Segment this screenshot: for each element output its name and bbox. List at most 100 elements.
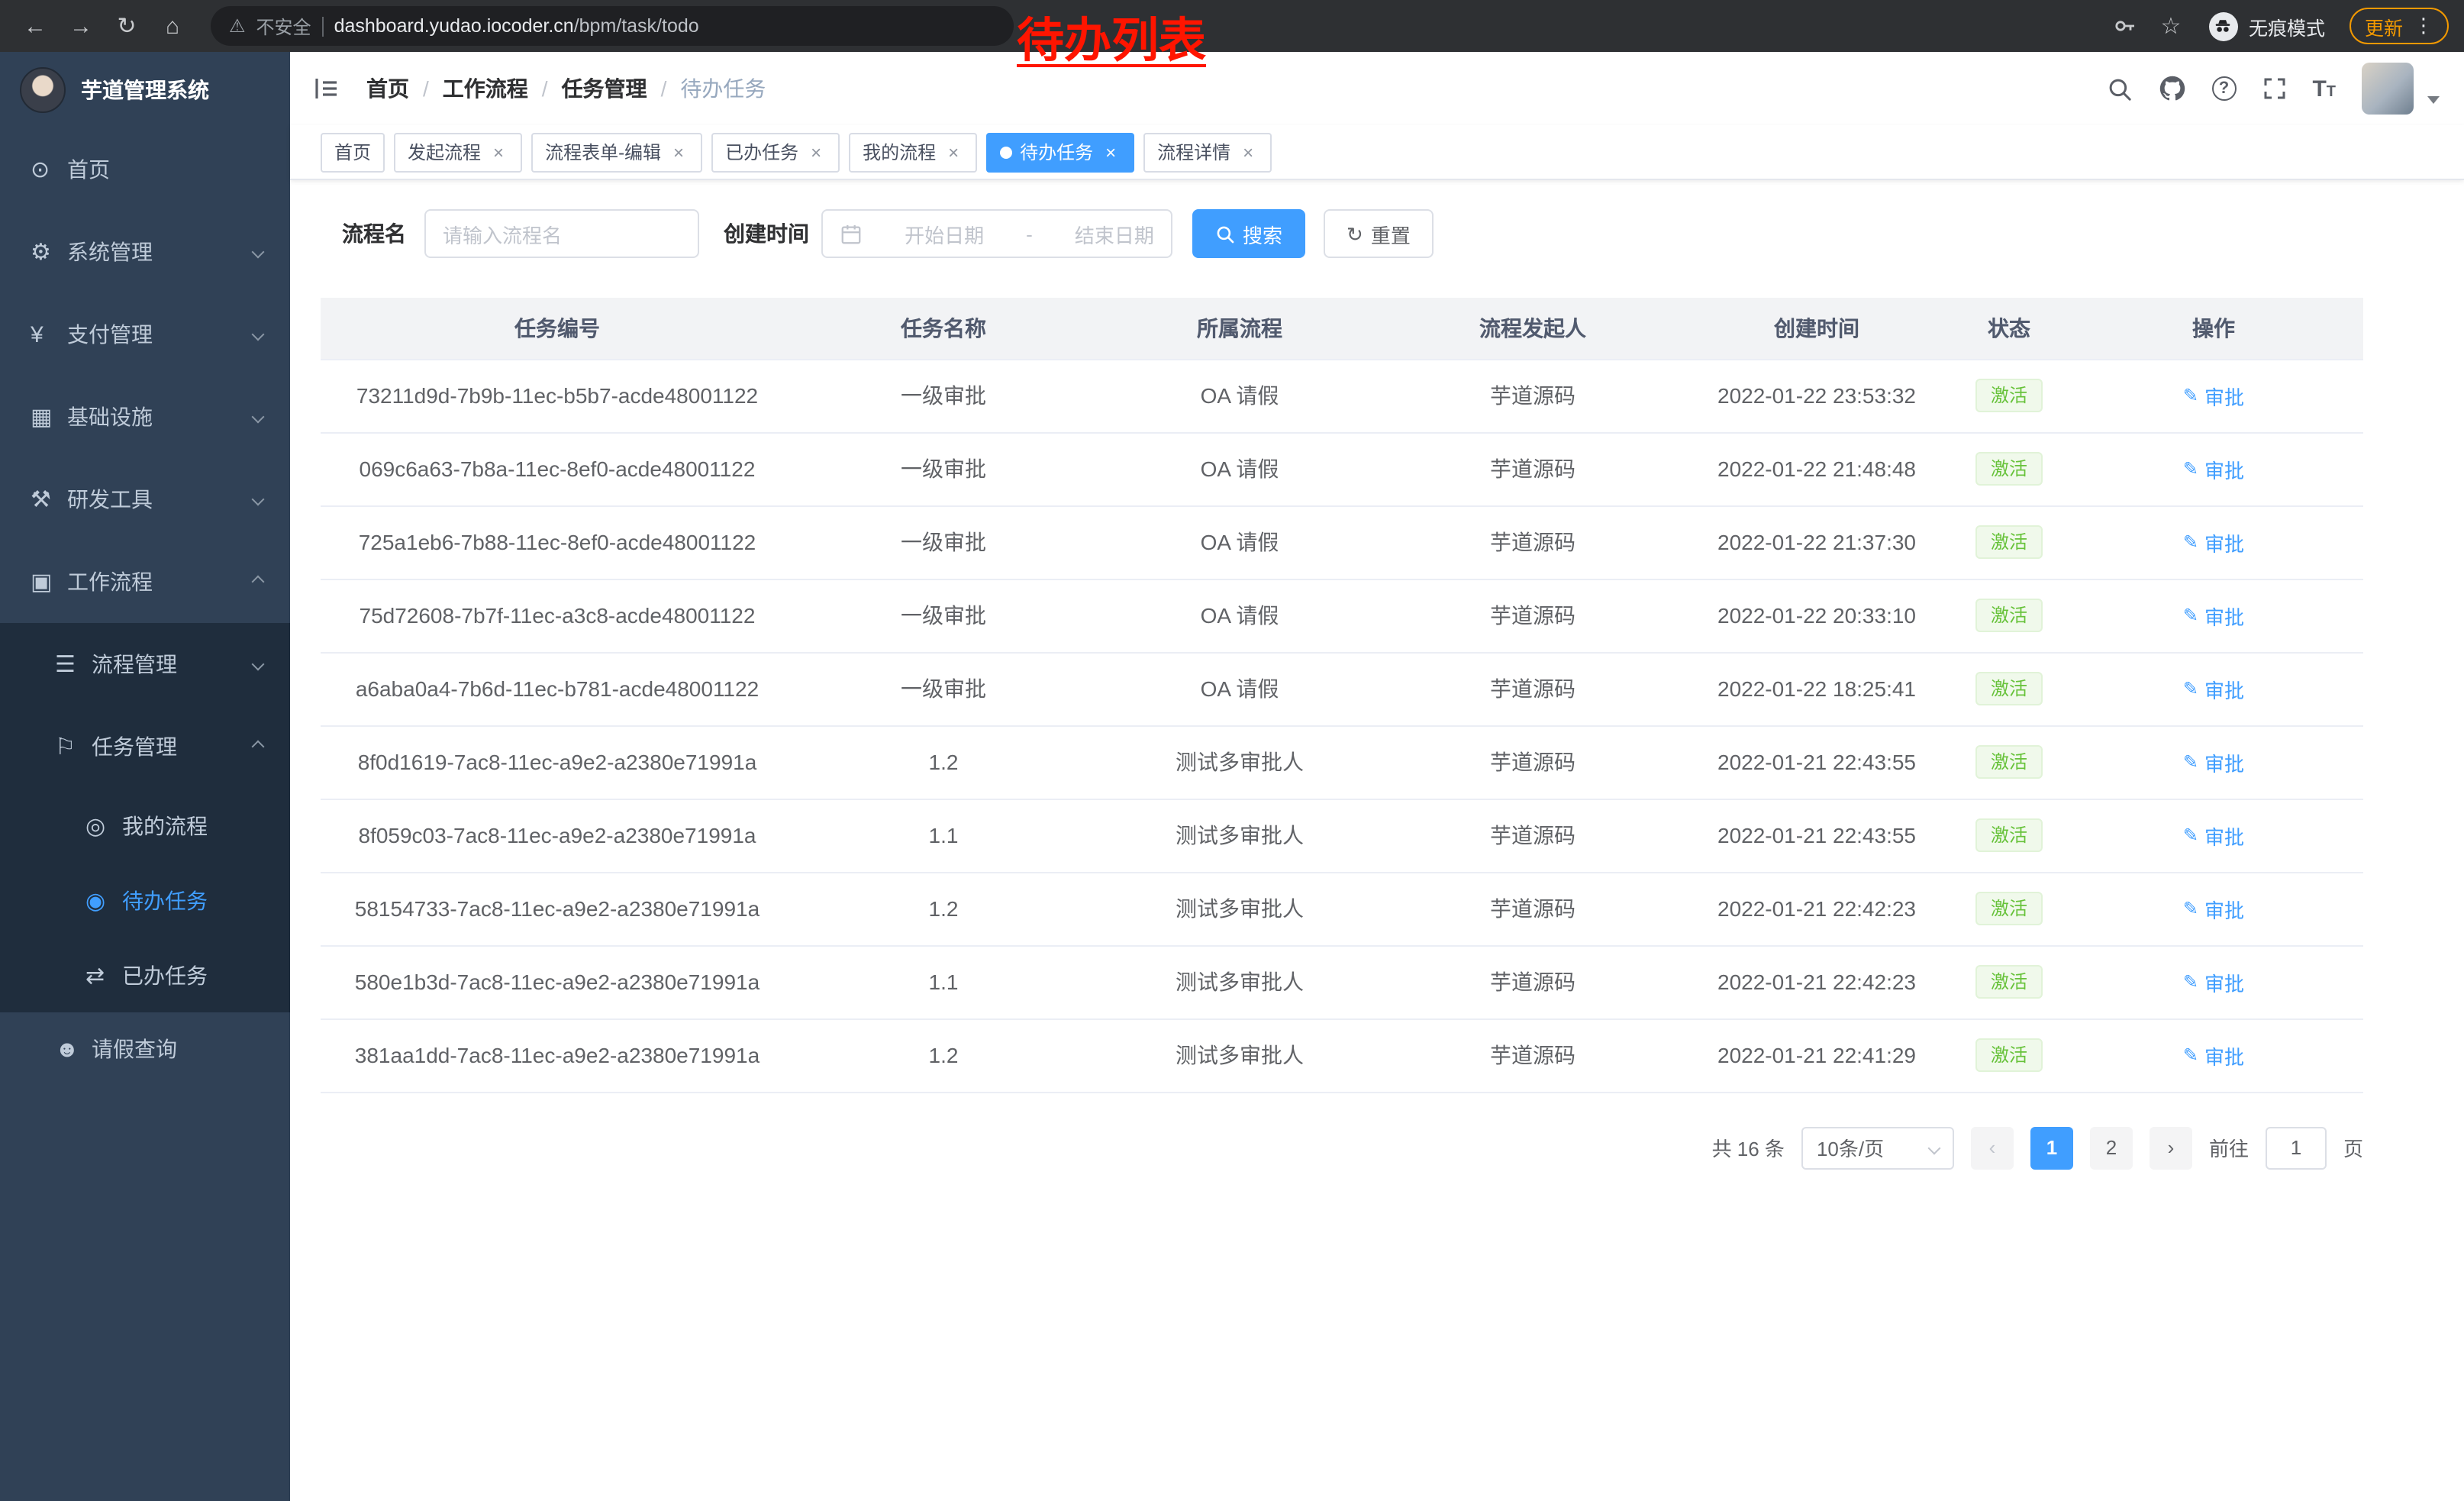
sidebar-item-infrastructure[interactable]: ▦ 基础设施: [0, 376, 290, 458]
breadcrumb-home[interactable]: 首页: [366, 73, 409, 104]
browser-menu-icon[interactable]: ⋮: [2414, 14, 2433, 38]
cell-action: ✎审批: [2064, 579, 2363, 652]
edit-icon: ✎: [2183, 531, 2198, 553]
sidebar-item-done-tasks[interactable]: ⇄ 已办任务: [0, 938, 290, 1012]
tag-todo-tasks[interactable]: 待办任务 ×: [986, 132, 1134, 172]
approve-link[interactable]: ✎审批: [2183, 894, 2244, 923]
tag-label: 流程详情: [1157, 139, 1230, 165]
user-avatar[interactable]: [2362, 63, 2414, 115]
sidebar-item-system-mgmt[interactable]: ⚙ 系统管理: [0, 211, 290, 293]
cell-task-id: 8f0d1619-7ac8-11ec-a9e2-a2380e71991a: [321, 725, 794, 799]
reset-button[interactable]: ↻ 重置: [1324, 209, 1434, 258]
sidebar-item-home[interactable]: ⊙ 首页: [0, 128, 290, 211]
github-icon[interactable]: [2158, 75, 2185, 102]
browser-chrome: ← → ↻ ⌂ ⚠ 不安全 dashboard.yudao.iocoder.cn…: [0, 0, 2464, 52]
password-key-icon[interactable]: [2105, 6, 2145, 46]
my-process-icon: ◎: [85, 812, 122, 839]
cell-status: 激活: [1954, 1018, 2064, 1092]
close-icon[interactable]: ×: [489, 142, 508, 162]
tag-process-detail[interactable]: 流程详情 ×: [1143, 132, 1272, 172]
pagination: 共 16 条 10条/页 ‹ 1 2 › 前往 1 页: [321, 1126, 2363, 1169]
page-size-select[interactable]: 10条/页: [1801, 1126, 1954, 1169]
cell-status: 激活: [1954, 579, 2064, 652]
question-mark: ?: [2211, 76, 2236, 101]
close-icon[interactable]: ×: [1101, 142, 1121, 162]
chevron-down-icon: [252, 411, 265, 424]
close-icon[interactable]: ×: [943, 142, 963, 162]
app-title: 芋道管理系统: [81, 75, 209, 105]
browser-home-icon[interactable]: ⌂: [153, 6, 192, 46]
sidebar-item-process-mgmt[interactable]: ☰ 流程管理: [0, 623, 290, 705]
approve-link[interactable]: ✎审批: [2183, 821, 2244, 850]
sidebar-item-my-process[interactable]: ◎ 我的流程: [0, 788, 290, 863]
search-button-label: 搜索: [1243, 219, 1282, 248]
sidebar-item-task-mgmt[interactable]: ⚐ 任务管理: [0, 705, 290, 788]
browser-forward-icon[interactable]: →: [61, 6, 101, 46]
approve-link[interactable]: ✎审批: [2183, 1041, 2244, 1070]
breadcrumb-separator: /: [423, 76, 429, 101]
page-button-2[interactable]: 2: [2090, 1126, 2133, 1169]
tag-home[interactable]: 首页: [321, 132, 385, 172]
table-row: 75d72608-7b7f-11ec-a3c8-acde48001122 一级审…: [321, 579, 2363, 652]
search-icon: [1215, 224, 1235, 244]
browser-reload-icon[interactable]: ↻: [107, 6, 147, 46]
bookmark-star-icon[interactable]: ☆: [2151, 6, 2191, 46]
breadcrumb-task-mgmt[interactable]: 任务管理: [562, 73, 647, 104]
app-logo[interactable]: 芋道管理系统: [0, 52, 290, 128]
cell-action: ✎审批: [2064, 359, 2363, 432]
cell-process: OA 请假: [1093, 432, 1386, 505]
search-icon[interactable]: [2106, 76, 2132, 102]
process-name-input[interactable]: 请输入流程名: [424, 209, 699, 258]
cell-initiator: 芋道源码: [1386, 652, 1679, 725]
tag-start-process[interactable]: 发起流程 ×: [394, 132, 522, 172]
approve-link[interactable]: ✎审批: [2183, 454, 2244, 483]
help-icon[interactable]: ?: [2211, 76, 2236, 101]
browser-back-icon[interactable]: ←: [15, 6, 55, 46]
goto-page-input[interactable]: 1: [2266, 1126, 2327, 1169]
breadcrumb-workflow[interactable]: 工作流程: [443, 73, 528, 104]
create-time-range-picker[interactable]: 开始日期 - 结束日期: [821, 209, 1172, 258]
close-icon[interactable]: ×: [1238, 142, 1258, 162]
search-button[interactable]: 搜索: [1192, 209, 1305, 258]
approve-link[interactable]: ✎审批: [2183, 528, 2244, 557]
next-page-button[interactable]: ›: [2150, 1126, 2192, 1169]
address-bar[interactable]: ⚠ 不安全 dashboard.yudao.iocoder.cn/bpm/tas…: [211, 6, 1014, 46]
approve-link[interactable]: ✎审批: [2183, 674, 2244, 703]
cell-create-time: 2022-01-22 21:48:48: [1679, 432, 1954, 505]
approve-link[interactable]: ✎审批: [2183, 381, 2244, 410]
list-icon: ☰: [55, 650, 92, 678]
close-icon[interactable]: ×: [806, 142, 826, 162]
tag-process-form-edit[interactable]: 流程表单-编辑 ×: [531, 132, 702, 172]
sidebar-item-leave-query[interactable]: ☻ 请假查询: [0, 1012, 290, 1086]
status-badge: 激活: [1975, 818, 2043, 852]
sidebar-item-workflow[interactable]: ▣ 工作流程: [0, 541, 290, 623]
approve-link[interactable]: ✎审批: [2183, 601, 2244, 630]
font-size-icon[interactable]: TT: [2312, 77, 2336, 100]
cell-process: 测试多审批人: [1093, 872, 1386, 945]
sidebar-item-payment-mgmt[interactable]: ¥ 支付管理: [0, 293, 290, 376]
sidebar: 芋道管理系统 ⊙ 首页 ⚙ 系统管理 ¥ 支付管理 ▦ 基础设施 ⚒ 研发工具 …: [0, 52, 290, 1501]
workflow-icon: ▣: [31, 568, 67, 596]
cell-create-time: 2022-01-21 22:43:55: [1679, 725, 1954, 799]
approve-link[interactable]: ✎审批: [2183, 747, 2244, 776]
tag-my-process[interactable]: 我的流程 ×: [849, 132, 977, 172]
sidebar-item-dev-tools[interactable]: ⚒ 研发工具: [0, 458, 290, 541]
sidebar-toggle-icon[interactable]: [290, 52, 363, 125]
sidebar-item-todo-tasks[interactable]: ◉ 待办任务: [0, 863, 290, 938]
page-size-value: 10条/页: [1817, 1133, 1884, 1162]
tag-done-tasks[interactable]: 已办任务 ×: [711, 132, 840, 172]
chevron-down-icon[interactable]: [2427, 95, 2440, 103]
fullscreen-icon[interactable]: [2262, 76, 2286, 101]
sidebar-item-label: 工作流程: [67, 567, 153, 597]
prev-page-button[interactable]: ‹: [1971, 1126, 2014, 1169]
goto-label: 前往: [2209, 1133, 2249, 1162]
browser-update-button[interactable]: 更新 ⋮: [2350, 8, 2449, 44]
font-size-large: T: [2312, 77, 2326, 100]
cell-task-name: 一级审批: [794, 359, 1093, 432]
reset-button-label: 重置: [1371, 219, 1411, 248]
close-icon[interactable]: ×: [669, 142, 689, 162]
approve-link[interactable]: ✎审批: [2183, 967, 2244, 996]
dashboard-icon: ⊙: [31, 156, 67, 183]
cell-create-time: 2022-01-21 22:42:23: [1679, 872, 1954, 945]
page-button-1[interactable]: 1: [2030, 1126, 2073, 1169]
